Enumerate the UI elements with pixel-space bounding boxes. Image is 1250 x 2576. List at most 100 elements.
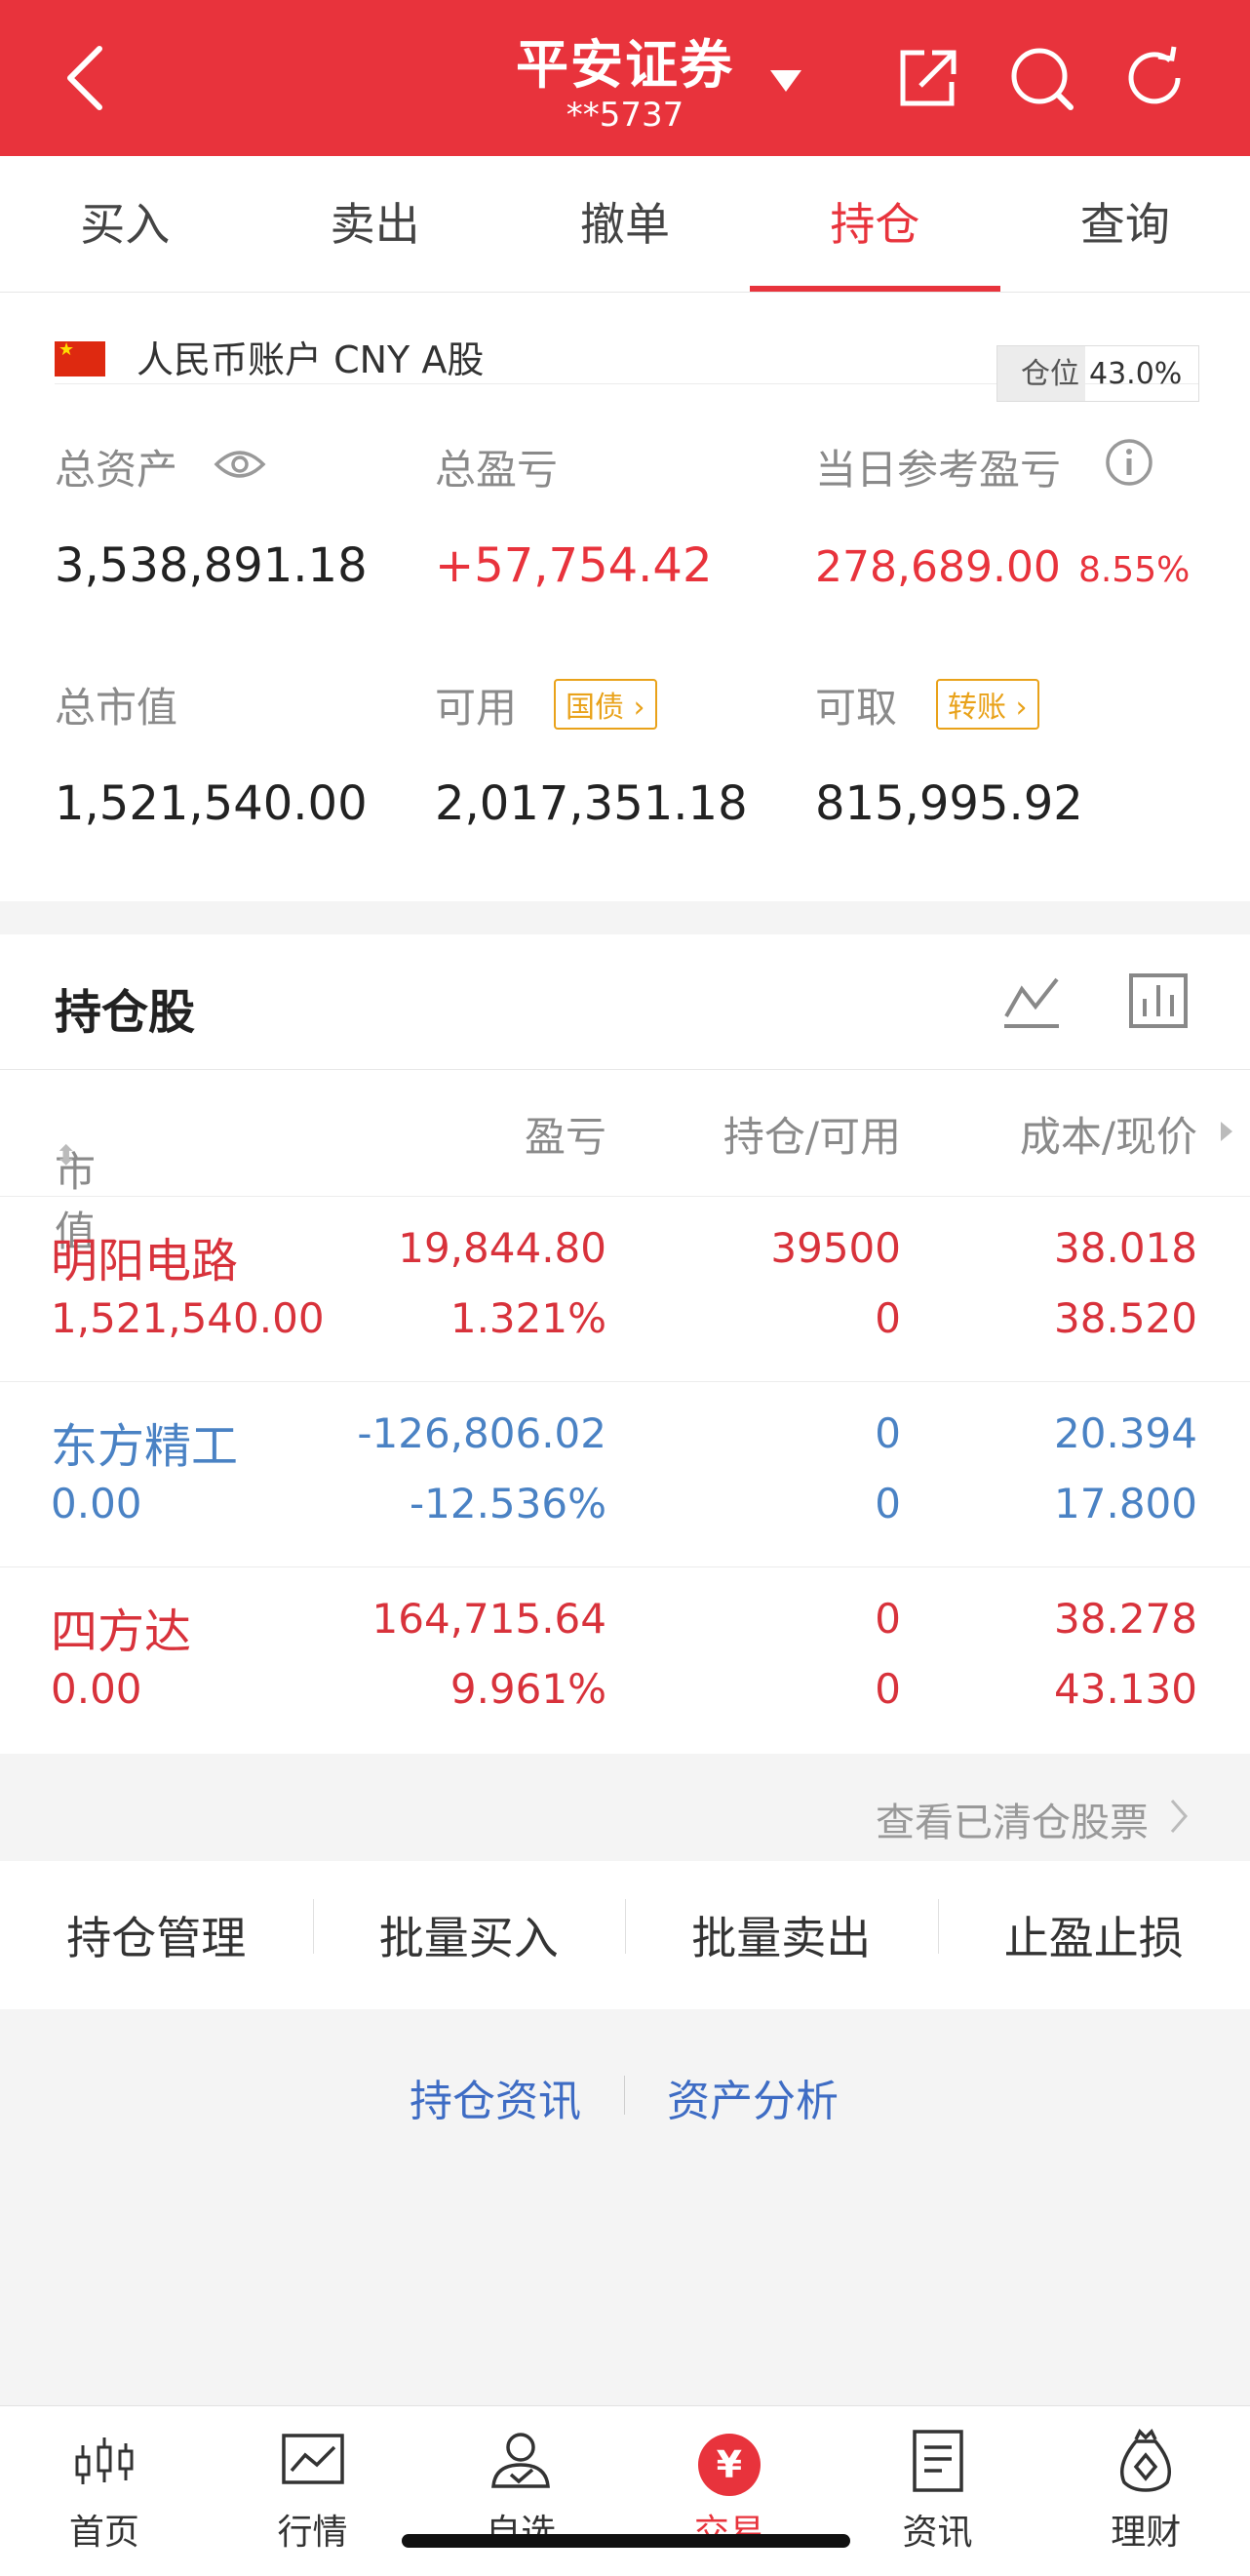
nav-news[interactable]: 资讯 xyxy=(834,2406,1042,2576)
col-pl[interactable]: 盈亏 xyxy=(525,1104,606,1164)
tab-buy[interactable]: 买入 xyxy=(0,156,250,292)
total-assets-label-group: 总资产 xyxy=(55,437,177,496)
stock-name: 东方精工 xyxy=(51,1419,239,1474)
available-label-group: 可用 xyxy=(435,675,517,734)
stock-available: 0 xyxy=(875,1294,901,1342)
nav-home[interactable]: 首页 xyxy=(0,2406,209,2576)
eye-icon[interactable] xyxy=(213,447,267,482)
treasury-bond-tag-label: 国债 xyxy=(566,691,624,725)
daily-pl-label-group: 当日参考盈亏 xyxy=(815,437,1061,496)
nav-trade[interactable]: ¥ 交易 xyxy=(625,2406,834,2576)
transfer-tag[interactable]: 转账 › xyxy=(936,679,1039,730)
search-icon[interactable] xyxy=(1006,43,1076,113)
table-row[interactable]: 明阳电路 1,521,540.00 19,844.80 1.321% 39500… xyxy=(0,1196,1250,1381)
info-icon[interactable] xyxy=(1104,437,1154,488)
stock-price: 38.520 xyxy=(1054,1294,1197,1342)
stop-profit-loss-button[interactable]: 止盈止损 xyxy=(937,1899,1250,1967)
total-assets-label: 总资产 xyxy=(55,446,178,494)
nav-news-label: 资讯 xyxy=(902,2513,973,2553)
daily-pl-value: 278,689.00 xyxy=(815,542,1061,592)
stock-pl: 164,715.64 xyxy=(371,1595,606,1643)
nav-wealth-label: 理财 xyxy=(1111,2513,1182,2553)
withdrawable-value: 815,995.92 xyxy=(815,776,1083,831)
document-icon xyxy=(912,2430,963,2492)
stock-cost: 38.278 xyxy=(1054,1595,1197,1643)
stock-pl: -126,806.02 xyxy=(357,1409,606,1457)
bottom-nav: 首页 行情 自选 ¥ 交易 资讯 理财 xyxy=(0,2405,1250,2576)
market-value-value: 1,521,540.00 xyxy=(55,776,368,831)
app-header: 平安证券 **5737 xyxy=(0,0,1250,156)
nav-home-label: 首页 xyxy=(68,2513,139,2553)
withdrawable-label: 可取 xyxy=(815,684,898,732)
refresh-icon[interactable] xyxy=(1119,43,1190,113)
candlestick-icon xyxy=(75,2437,134,2484)
col-position[interactable]: 持仓/可用 xyxy=(723,1104,901,1164)
home-indicator[interactable] xyxy=(402,2534,850,2548)
daily-pl-value-group: 278,689.00 8.55% xyxy=(815,542,1190,592)
stock-cost: 20.394 xyxy=(1054,1409,1197,1457)
stock-name: 四方达 xyxy=(51,1605,192,1659)
daily-pl-label: 当日参考盈亏 xyxy=(815,446,1062,494)
holdings-title: 持仓股 xyxy=(55,985,196,1040)
line-chart-icon[interactable] xyxy=(1000,970,1063,1032)
stock-name: 明阳电路 xyxy=(51,1234,239,1288)
tab-cancel[interactable]: 撤单 xyxy=(500,156,750,292)
sort-icon: ⬍ xyxy=(55,1139,78,1171)
holdings-section: 持仓股 市值 ⬍ 盈亏 持仓/可用 成本/现价 明阳电路 1,521,540.0… xyxy=(0,934,1250,1754)
position-label: 仓位 xyxy=(997,346,1085,401)
table-row[interactable]: 四方达 0.00 164,715.64 9.961% 0 0 38.278 43… xyxy=(0,1566,1250,1752)
nav-wealth[interactable]: 理财 xyxy=(1041,2406,1250,2576)
chevron-right-icon: › xyxy=(633,691,645,725)
total-pl-label: 总盈亏 xyxy=(435,446,559,494)
bar-chart-icon[interactable] xyxy=(1127,970,1190,1032)
col-cost[interactable]: 成本/现价 xyxy=(1020,1104,1197,1164)
chevron-right-icon: › xyxy=(1015,691,1028,725)
cleared-stocks-link[interactable]: 查看已清仓股票 xyxy=(0,1773,1250,1861)
position-value: 43.0% xyxy=(1089,356,1183,391)
nav-market[interactable]: 行情 xyxy=(209,2406,417,2576)
stock-pl-pct: 1.321% xyxy=(449,1294,606,1342)
holdings-column-header: 市值 ⬍ 盈亏 持仓/可用 成本/现价 xyxy=(0,1069,1250,1255)
nav-watchlist[interactable]: 自选 xyxy=(416,2406,625,2576)
total-assets-value: 3,538,891.18 xyxy=(55,538,368,593)
stock-price: 43.130 xyxy=(1054,1665,1197,1713)
tab-holdings[interactable]: 持仓 xyxy=(750,156,1001,292)
batch-sell-button[interactable]: 批量卖出 xyxy=(625,1899,938,1967)
stock-cost: 38.018 xyxy=(1054,1224,1197,1272)
cleared-stocks-label: 查看已清仓股票 xyxy=(876,1801,1149,1845)
withdrawable-label-group: 可取 xyxy=(815,675,897,734)
stock-position: 39500 xyxy=(770,1224,901,1272)
china-flag-icon xyxy=(55,339,105,376)
stock-price: 17.800 xyxy=(1054,1480,1197,1527)
asset-analysis-link[interactable]: 资产分析 xyxy=(667,2066,839,2128)
stock-market-value: 1,521,540.00 xyxy=(51,1294,325,1342)
scroll-right-icon[interactable] xyxy=(1217,1118,1236,1145)
tab-sell[interactable]: 卖出 xyxy=(250,156,499,292)
stock-position: 0 xyxy=(875,1595,901,1643)
position-ratio-badge: 仓位 43.0% xyxy=(996,345,1199,402)
dropdown-caret-icon[interactable] xyxy=(768,66,803,96)
stock-available: 0 xyxy=(875,1665,901,1713)
table-row[interactable]: 东方精工 0.00 -126,806.02 -12.536% 0 0 20.39… xyxy=(0,1381,1250,1566)
stock-market-value: 0.00 xyxy=(51,1665,142,1713)
total-pl-value: +57,754.42 xyxy=(435,538,713,593)
account-row[interactable]: 人民币账户 CNY A股 仓位 43.0% xyxy=(55,316,1199,402)
holdings-news-link[interactable]: 持仓资讯 xyxy=(410,2066,581,2128)
user-check-icon xyxy=(491,2433,551,2488)
chevron-right-icon xyxy=(1170,1800,1188,1833)
manage-holdings-button[interactable]: 持仓管理 xyxy=(0,1903,313,1967)
asset-summary: 人民币账户 CNY A股 仓位 43.0% 总资产 总盈亏 当日参考盈亏 3,5… xyxy=(0,293,1250,901)
market-value-label-group: 总市值 xyxy=(55,675,177,734)
share-icon[interactable] xyxy=(891,43,961,113)
stock-pl-pct: -12.536% xyxy=(409,1480,606,1527)
nav-market-label: 行情 xyxy=(277,2513,348,2553)
tab-query[interactable]: 查询 xyxy=(1000,156,1250,292)
batch-buy-button[interactable]: 批量买入 xyxy=(312,1899,626,1967)
stock-pl-pct: 9.961% xyxy=(449,1665,606,1713)
stock-position: 0 xyxy=(875,1409,901,1457)
money-bag-icon xyxy=(1120,2429,1172,2492)
market-value-label: 总市值 xyxy=(55,684,178,732)
yuan-icon: ¥ xyxy=(697,2434,761,2496)
treasury-bond-tag[interactable]: 国债 › xyxy=(554,679,657,730)
chart-icon xyxy=(281,2434,344,2484)
